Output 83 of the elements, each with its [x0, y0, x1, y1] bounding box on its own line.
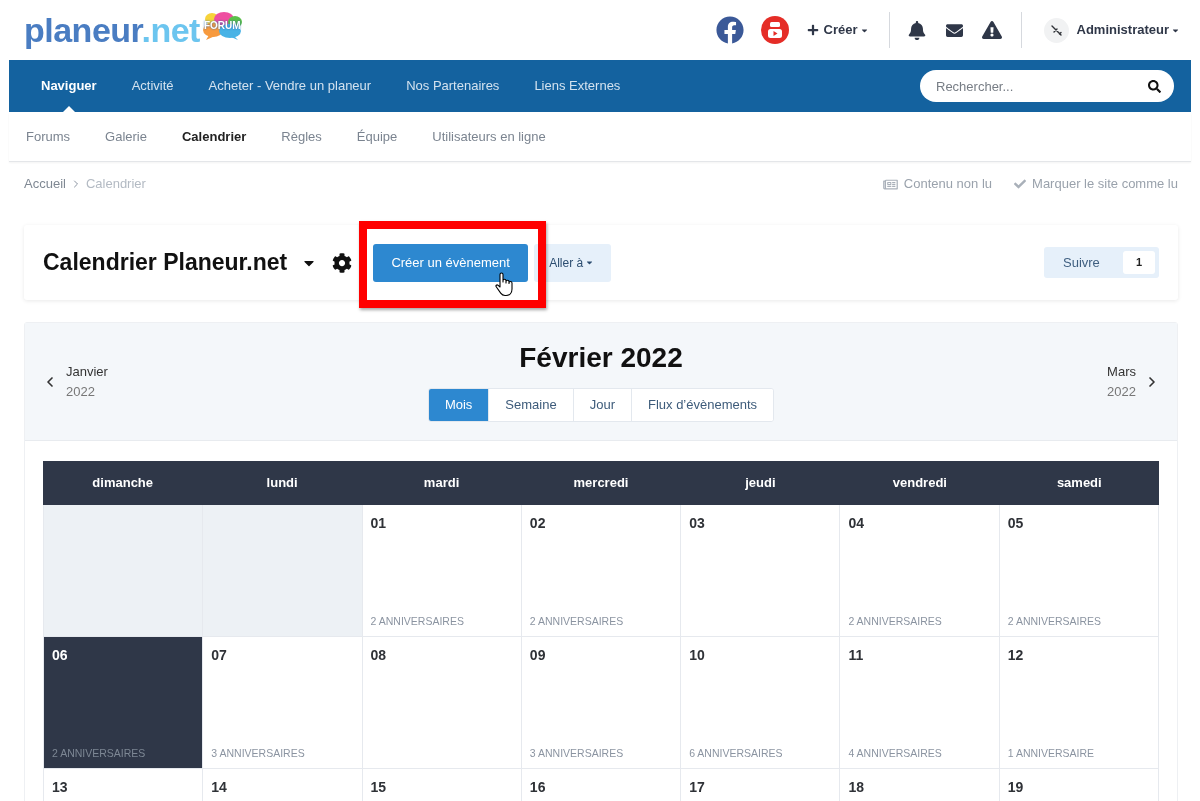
- day-cell[interactable]: 11 4 ANNIVERSAIRES: [840, 637, 1000, 769]
- next-month-link[interactable]: Mars 2022: [1107, 361, 1160, 402]
- weekday-label: lundi: [266, 474, 298, 493]
- today-cell[interactable]: 06 2 ANNIVERSAIRES: [44, 637, 204, 769]
- day-cell[interactable]: 08: [362, 637, 522, 769]
- day-number: 04: [848, 514, 864, 532]
- view-tab[interactable]: Flux d’évènements: [630, 389, 774, 421]
- day-number: 03: [689, 514, 705, 532]
- day-number: 05: [1007, 514, 1024, 532]
- day-cell[interactable]: 01 2 ANNIVERSAIRES: [362, 505, 522, 637]
- breadcrumb-link[interactable]: Accueil: [24, 174, 66, 194]
- day-cell[interactable]: 09 3 ANNIVERSAIRES: [521, 637, 682, 769]
- calendar-title: Calendrier Planeur.net: [43, 248, 288, 278]
- caret-icon: [585, 258, 595, 267]
- avatar-icon[interactable]: [1043, 17, 1069, 43]
- sub-nav-tab[interactable]: Équipe: [356, 126, 398, 147]
- check-icon: [1014, 178, 1027, 190]
- next-month-year: 2022: [1107, 382, 1136, 401]
- nav-tab[interactable]: Acheter - Vendre un planeur: [208, 76, 372, 96]
- view-tab[interactable]: Mois: [428, 389, 489, 421]
- day-number: 12: [1007, 646, 1024, 664]
- search-icon[interactable]: [1148, 80, 1161, 93]
- day-number: 02: [529, 514, 546, 532]
- weekday-label: mardi: [423, 474, 460, 493]
- day-number: 18: [848, 778, 864, 796]
- newspaper-icon: [882, 177, 898, 191]
- weekday-label: vendredi: [892, 474, 947, 493]
- speech-bubbles-icon: [200, 11, 243, 41]
- weekday-label: jeudi: [745, 474, 776, 493]
- sub-nav-tab[interactable]: Calendrier: [182, 126, 247, 147]
- previous-month-year: 2022: [66, 382, 96, 401]
- create-menu-button[interactable]: Créer: [806, 20, 869, 40]
- day-number: 15: [370, 778, 387, 796]
- previous-month-link[interactable]: Janvier 2022: [42, 361, 108, 402]
- day-cell[interactable]: 12 1 ANNIVERSAIRE: [999, 637, 1159, 769]
- play-button-icon[interactable]: [760, 16, 789, 44]
- site-logo-text[interactable]: planeur.net: [24, 10, 200, 50]
- day-number: 17: [689, 778, 705, 796]
- day-number: 09: [529, 646, 546, 664]
- day-cell[interactable]: 03: [681, 505, 841, 637]
- month-title: Février 2022: [519, 341, 683, 375]
- day-number: 10: [689, 646, 705, 664]
- day-number: 06: [52, 646, 68, 664]
- next-month-name: Mars: [1107, 362, 1136, 381]
- day-number: 16: [529, 778, 546, 796]
- follower-count: 1: [1123, 251, 1155, 274]
- nav-tab[interactable]: Liens Externes: [534, 76, 621, 96]
- nav-tab[interactable]: Activité: [131, 76, 174, 96]
- user-menu-button[interactable]: Administrateur: [1076, 20, 1180, 40]
- follow-button[interactable]: Suivre 1: [1044, 247, 1159, 278]
- day-number: 14: [211, 778, 227, 796]
- day-number: 01: [370, 514, 387, 532]
- day-cell[interactable]: 04 2 ANNIVERSAIRES: [840, 505, 1000, 637]
- plus-icon: [806, 24, 819, 36]
- weekday-label: samedi: [1056, 474, 1102, 493]
- search-field[interactable]: Rechercher...: [920, 70, 1174, 102]
- day-cell[interactable]: 02 2 ANNIVERSAIRES: [521, 505, 682, 637]
- previous-month-name: Janvier: [66, 362, 108, 381]
- sub-nav-tab[interactable]: Règles: [281, 126, 322, 147]
- sub-nav-tab[interactable]: Utilisateurs en ligne: [432, 126, 546, 147]
- day-cell[interactable]: 05 2 ANNIVERSAIRES: [999, 505, 1159, 637]
- nav-tab[interactable]: Nos Partenaires: [406, 76, 500, 96]
- nav-tab[interactable]: Naviguer: [41, 76, 97, 96]
- warning-icon[interactable]: [981, 21, 1002, 39]
- day-number: 07: [211, 646, 227, 664]
- day-cell[interactable]: 10 6 ANNIVERSAIRES: [681, 637, 841, 769]
- day-number: 11: [848, 646, 864, 664]
- hand-pointer-icon: [494, 271, 515, 297]
- day-number: 13: [52, 778, 68, 796]
- day-cell[interactable]: 07 3 ANNIVERSAIRES: [203, 637, 363, 769]
- envelope-icon[interactable]: [943, 21, 965, 39]
- create-event-button[interactable]: Créer un évènement: [373, 243, 529, 282]
- sub-nav-tab[interactable]: Galerie: [105, 126, 147, 147]
- settings-icon[interactable]: [332, 252, 353, 273]
- weekday-label: dimanche: [92, 474, 154, 493]
- day-number: 19: [1007, 778, 1024, 796]
- notification-bell-icon[interactable]: [907, 20, 926, 40]
- go-to-button[interactable]: Aller à: [534, 243, 612, 282]
- logo-badge-text: FORUM: [203, 20, 241, 32]
- weekday-label: mercredi: [573, 474, 629, 493]
- sub-nav-tab[interactable]: Forums: [26, 126, 71, 147]
- facebook-icon[interactable]: [715, 16, 744, 44]
- day-number: 08: [370, 646, 387, 664]
